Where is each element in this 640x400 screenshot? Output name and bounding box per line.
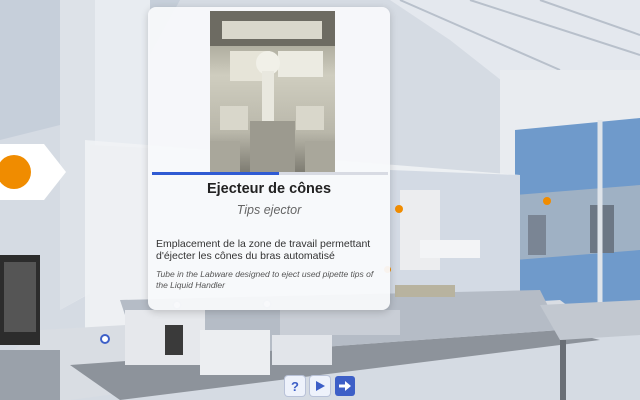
hotspot-marker[interactable] — [543, 197, 551, 205]
photo-illustration — [210, 11, 335, 173]
card-title: Ejecteur de cônes — [206, 181, 332, 197]
description-english: Tube in the Labware designed to eject us… — [156, 269, 374, 290]
arrow-right-icon — [339, 381, 351, 391]
active-hotspot-marker[interactable] — [0, 140, 68, 204]
next-button[interactable] — [335, 376, 355, 396]
play-button[interactable] — [310, 376, 330, 396]
question-icon: ? — [291, 378, 299, 394]
play-icon — [316, 381, 325, 391]
progress-bar — [152, 172, 388, 175]
hotspot-marker[interactable] — [395, 205, 403, 213]
info-card: Ejecteur de cônes Tips ejector Emplaceme… — [148, 7, 390, 310]
progress-fill — [152, 172, 280, 175]
hotspot-marker[interactable] — [100, 334, 110, 344]
description-french: Emplacement de la zone de travail permet… — [156, 238, 371, 262]
card-subtitle: Tips ejector — [236, 203, 302, 217]
help-button[interactable]: ? — [285, 376, 305, 396]
tips-ejector-photo — [210, 11, 335, 173]
